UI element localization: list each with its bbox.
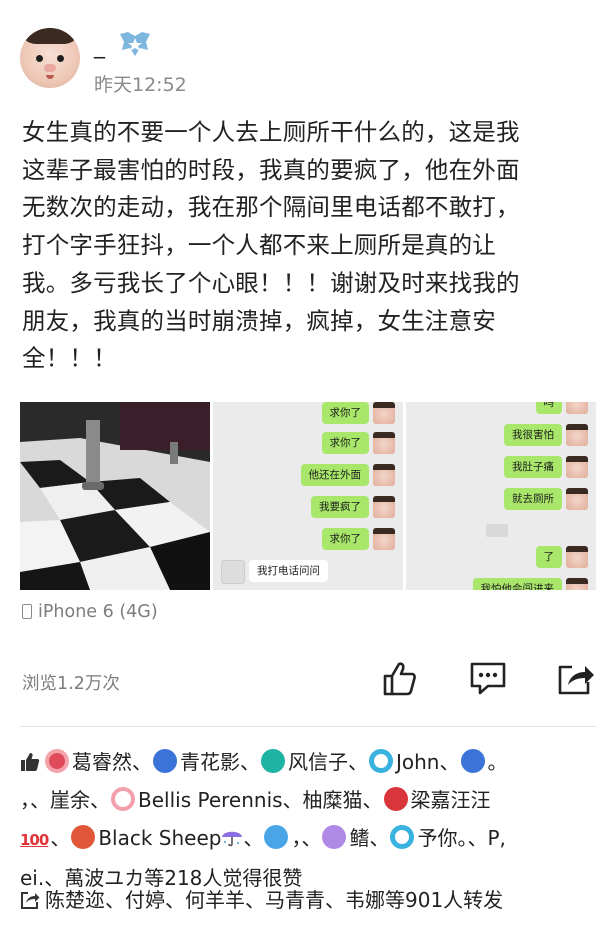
post-header: _ 昨天12:52 — [0, 0, 616, 110]
likes-line: ，、崖余、 Bellis Perennis、柚糜猫、 梁嘉汪汪 — [20, 781, 604, 819]
reposts-line[interactable]: 陈楚迩、付婷、何羊羊、马青青、韦娜等901人转发 — [20, 884, 503, 913]
likes-list: 葛睿然、 青花影、 风信子、 John、 。 ，、崖余、 Bellis Perennis、… — [20, 743, 604, 897]
device-label: iPhone 6 (4G) — [38, 602, 158, 622]
chat-bubble: 我很害怕 — [504, 424, 562, 446]
avatar[interactable] — [261, 749, 285, 773]
chat-avatar-left — [221, 560, 245, 584]
likes-line: 葛睿然、 青花影、 风信子、 John、 。 — [20, 743, 604, 781]
liker-name[interactable]: 。 — [488, 750, 508, 774]
post-text-line: 无数次的走动，我在那个隔间里电话都不敢打， — [22, 193, 520, 222]
chat-screenshot-2[interactable]: 吗 我很害怕 我肚子痛 就去厕所 了 我怕他会闯进来 — [406, 402, 596, 590]
chat-avatar — [566, 402, 588, 414]
avatar[interactable] — [45, 749, 69, 773]
post-timestamp: 昨天12:52 — [94, 74, 187, 96]
liker-name[interactable]: 葛睿然、 — [72, 750, 152, 774]
chat-bubble: 就去厕所 — [504, 488, 562, 510]
liker-name[interactable]: Bellis Perennis、柚糜猫、 — [138, 788, 383, 812]
avatar[interactable] — [369, 749, 393, 773]
chat-avatar — [373, 496, 395, 518]
avatar[interactable] — [153, 749, 177, 773]
post-text-line: 全！！！ — [22, 344, 117, 373]
umbrella-icon — [222, 831, 243, 847]
liker-name[interactable]: ，、崖余、 — [20, 788, 110, 812]
share-icon[interactable] — [556, 658, 596, 698]
avatar[interactable] — [390, 825, 415, 849]
device-info: iPhone 6 (4G) — [22, 602, 158, 622]
avatar[interactable] — [322, 825, 347, 849]
post-text-line: 这辈子最害怕的时段，我真的要疯了，他在外面 — [22, 155, 520, 184]
liker-name[interactable]: 、 — [50, 826, 70, 850]
chat-bubble: 我要疯了 — [311, 496, 369, 518]
post-text-line: 我。多亏我长了个心眼！！！谢谢及时来找我的 — [22, 268, 520, 297]
thumbs-up-icon — [21, 753, 40, 771]
image-grid: 求你了 求你了 他还在外面 我要疯了 求你了 我打电话问问 吗 我很害怕 我肚子… — [20, 402, 596, 590]
chat-bubble: 我肚子痛 — [504, 456, 562, 478]
divider — [20, 726, 596, 727]
chat-avatar — [566, 546, 588, 568]
view-count: 浏览1.2万次 — [22, 674, 120, 694]
avatar[interactable] — [383, 787, 408, 811]
chat-avatar — [566, 424, 588, 446]
chat-avatar — [566, 488, 588, 510]
liker-name[interactable]: 青花影、 — [180, 750, 260, 774]
liker-name[interactable]: ，、 — [291, 826, 321, 850]
photo-restroom-floor[interactable] — [20, 402, 210, 590]
liker-name[interactable]: John、 — [396, 750, 460, 774]
chat-bubble-left: 我打电话问问 — [249, 560, 328, 582]
user-avatar[interactable] — [20, 28, 80, 88]
avatar[interactable] — [71, 825, 96, 849]
post-body: 女生真的不要一个人去上厕所干什么的，这是我 这辈子最害怕的时段，我真的要疯了，他… — [22, 114, 598, 378]
chat-avatar — [566, 456, 588, 478]
phone-icon — [22, 604, 32, 619]
avatar[interactable] — [264, 825, 289, 849]
liker-name[interactable]: 梁嘉汪汪 — [411, 788, 491, 812]
username[interactable]: _ — [94, 34, 105, 59]
chat-bubble: 我怕他会闯进来 — [472, 578, 562, 590]
liker-name[interactable]: 风信子、 — [288, 750, 368, 774]
chat-avatar — [373, 402, 395, 424]
chat-avatar — [373, 528, 395, 550]
comment-icon[interactable] — [468, 658, 508, 698]
hundred-emoji-icon: 100 — [20, 831, 49, 849]
post-text-line: 女生真的不要一个人去上厕所干什么的，这是我 — [22, 118, 520, 146]
verified-badge-icon — [120, 32, 150, 56]
liker-name[interactable]: Black Sheep — [98, 826, 221, 850]
avatar[interactable] — [111, 787, 135, 811]
chat-bubble: 吗 — [535, 402, 562, 414]
avatar[interactable] — [460, 749, 485, 773]
chat-bubble: 求你了 — [321, 528, 369, 550]
chat-avatar — [373, 464, 395, 486]
chat-avatar — [373, 432, 395, 454]
liker-name[interactable]: 予你。、P, — [417, 826, 505, 850]
post-text-line: 打个字手狂抖，一个人都不来上厕所是真的让 — [22, 231, 496, 260]
chat-bubble: 了 — [535, 546, 562, 568]
chat-avatar — [566, 578, 588, 590]
chat-bubble: 他还在外面 — [300, 464, 369, 486]
liker-name[interactable]: 鳍、 — [349, 826, 389, 850]
chat-bubble: 求你了 — [321, 402, 369, 424]
chat-bubble: 求你了 — [321, 432, 369, 454]
chat-screenshot-1[interactable]: 求你了 求你了 他还在外面 我要疯了 求你了 我打电话问问 — [213, 402, 403, 590]
liker-name[interactable]: 、 — [243, 826, 263, 850]
repost-icon — [21, 892, 40, 909]
reposts-text[interactable]: 陈楚迩、付婷、何羊羊、马青青、韦娜等901人转发 — [45, 888, 503, 912]
likes-line: 100、 Black Sheep、，、 鳍、 予你。、P, — [20, 819, 604, 859]
chat-time-divider — [486, 524, 509, 537]
like-icon[interactable] — [379, 658, 419, 698]
post-text-line: 朋友，我真的当时崩溃掉，疯掉，女生注意安 — [22, 306, 496, 335]
